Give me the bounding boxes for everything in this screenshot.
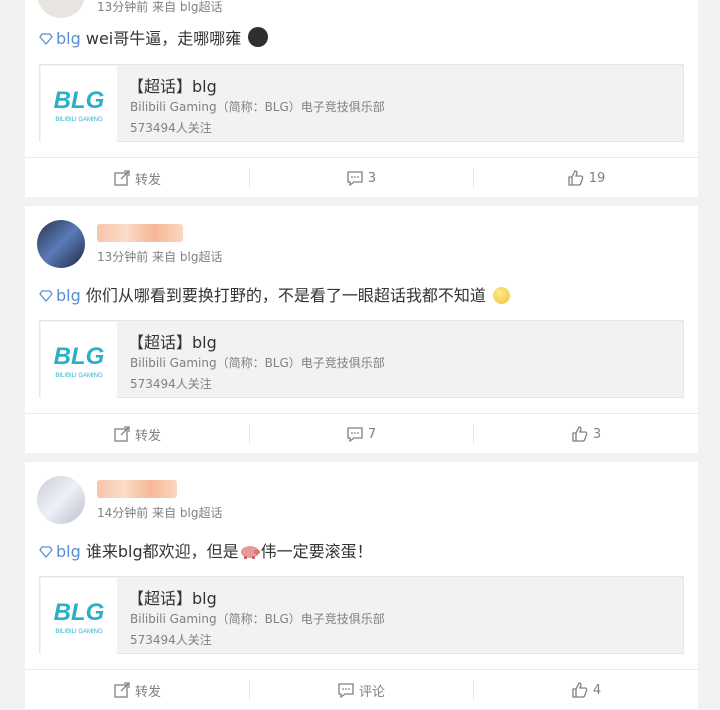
- svg-text:BILIBILI GAMING: BILIBILI GAMING: [55, 629, 103, 635]
- username-blurred[interactable]: [97, 224, 183, 242]
- svg-text:BILIBILI GAMING: BILIBILI GAMING: [55, 373, 103, 379]
- topic-followers: 573494人关注: [130, 121, 212, 135]
- post-body: wei哥牛逼，走哪哪雍: [85, 29, 242, 48]
- action-bar: 转发 评论 4: [25, 669, 698, 710]
- repost-button[interactable]: 转发: [25, 158, 249, 198]
- post-text: blg wei哥牛逼，走哪哪雍: [39, 25, 269, 49]
- blg-logo: BLG BILIBILI GAMING: [41, 322, 117, 398]
- pig-emoji-icon: [240, 546, 260, 559]
- post-meta: 13分钟前 来自 blg超话: [97, 250, 223, 264]
- repost-button[interactable]: 转发: [25, 670, 249, 710]
- svg-text:BLG: BLG: [54, 87, 105, 114]
- repost-icon: [114, 170, 130, 186]
- post-text: blg 谁来blg都欢迎，但是 伟一定要滚蛋！: [39, 538, 373, 562]
- post-body: 你们从哪看到要换打野的，不是看了一眼超话我都不知道: [85, 286, 486, 305]
- post-meta: 13分钟前 来自 blg超话: [97, 0, 223, 14]
- like-button[interactable]: 4: [474, 670, 698, 710]
- post-text: blg 你们从哪看到要换打野的，不是看了一眼超话我都不知道: [39, 282, 510, 306]
- comment-button[interactable]: 3: [249, 158, 473, 198]
- avatar[interactable]: [37, 0, 85, 18]
- avatar[interactable]: [37, 220, 85, 268]
- topic-card[interactable]: BLG BILIBILI GAMING 【超话】blg Bilibili Gam…: [39, 576, 684, 654]
- topic-followers: 573494人关注: [130, 633, 212, 647]
- weibo-post: 14分钟前 来自 blg超话 blg 谁来blg都欢迎，但是 伟一定要滚蛋！ BL…: [25, 462, 698, 709]
- topic-followers: 573494人关注: [130, 377, 212, 391]
- diamond-icon: [39, 290, 53, 302]
- comment-button[interactable]: 评论: [249, 670, 473, 710]
- comment-icon: [347, 427, 363, 443]
- svg-text:BLG: BLG: [54, 599, 105, 626]
- topic-tag-link[interactable]: blg: [56, 29, 81, 48]
- repost-button[interactable]: 转发: [25, 414, 249, 454]
- thumbs-up-icon: [572, 426, 588, 442]
- topic-desc: Bilibili Gaming（简称：BLG）电子竞技俱乐部: [130, 100, 385, 114]
- weibo-post: 13分钟前 来自 blg超话 blg 你们从哪看到要换打野的，不是看了一眼超话我…: [25, 206, 698, 453]
- svg-text:BILIBILI GAMING: BILIBILI GAMING: [55, 117, 103, 123]
- like-button[interactable]: 3: [474, 414, 698, 454]
- topic-desc: Bilibili Gaming（简称：BLG）电子竞技俱乐部: [130, 356, 385, 370]
- thumbs-up-icon: [568, 170, 584, 186]
- post-meta: 14分钟前 来自 blg超话: [97, 506, 223, 520]
- blg-logo: BLG BILIBILI GAMING: [41, 66, 117, 142]
- topic-title[interactable]: 【超话】blg: [128, 585, 217, 609]
- thumbs-up-icon: [572, 682, 588, 698]
- action-bar: 转发 3 19: [25, 157, 698, 198]
- post-body-end: 伟一定要滚蛋！: [260, 542, 373, 561]
- repost-icon: [114, 426, 130, 442]
- topic-tag-link[interactable]: blg: [56, 542, 81, 561]
- avatar[interactable]: [37, 476, 85, 524]
- weibo-post: 13分钟前 来自 blg超话 blg wei哥牛逼，走哪哪雍 BLG BILIB…: [25, 0, 698, 197]
- comment-icon: [347, 171, 363, 187]
- topic-card[interactable]: BLG BILIBILI GAMING 【超话】blg Bilibili Gam…: [39, 320, 684, 398]
- action-bar: 转发 7 3: [25, 413, 698, 454]
- smile-emoji-icon: [492, 287, 510, 304]
- repost-icon: [114, 682, 130, 698]
- svg-text:BLG: BLG: [54, 343, 105, 370]
- comment-icon: [338, 683, 354, 699]
- diamond-icon: [39, 33, 53, 45]
- diamond-icon: [39, 546, 53, 558]
- blg-logo: BLG BILIBILI GAMING: [41, 578, 117, 654]
- comment-button[interactable]: 7: [249, 414, 473, 454]
- username-blurred[interactable]: [97, 480, 177, 498]
- topic-tag-link[interactable]: blg: [56, 286, 81, 305]
- topic-title[interactable]: 【超话】blg: [128, 329, 217, 353]
- topic-desc: Bilibili Gaming（简称：BLG）电子竞技俱乐部: [130, 612, 385, 626]
- topic-title[interactable]: 【超话】blg: [128, 73, 217, 97]
- post-body-start: 谁来blg都欢迎，但是: [85, 542, 239, 561]
- like-button[interactable]: 19: [474, 158, 698, 198]
- emoji-icon: [248, 27, 269, 47]
- topic-card[interactable]: BLG BILIBILI GAMING 【超话】blg Bilibili Gam…: [39, 64, 684, 142]
